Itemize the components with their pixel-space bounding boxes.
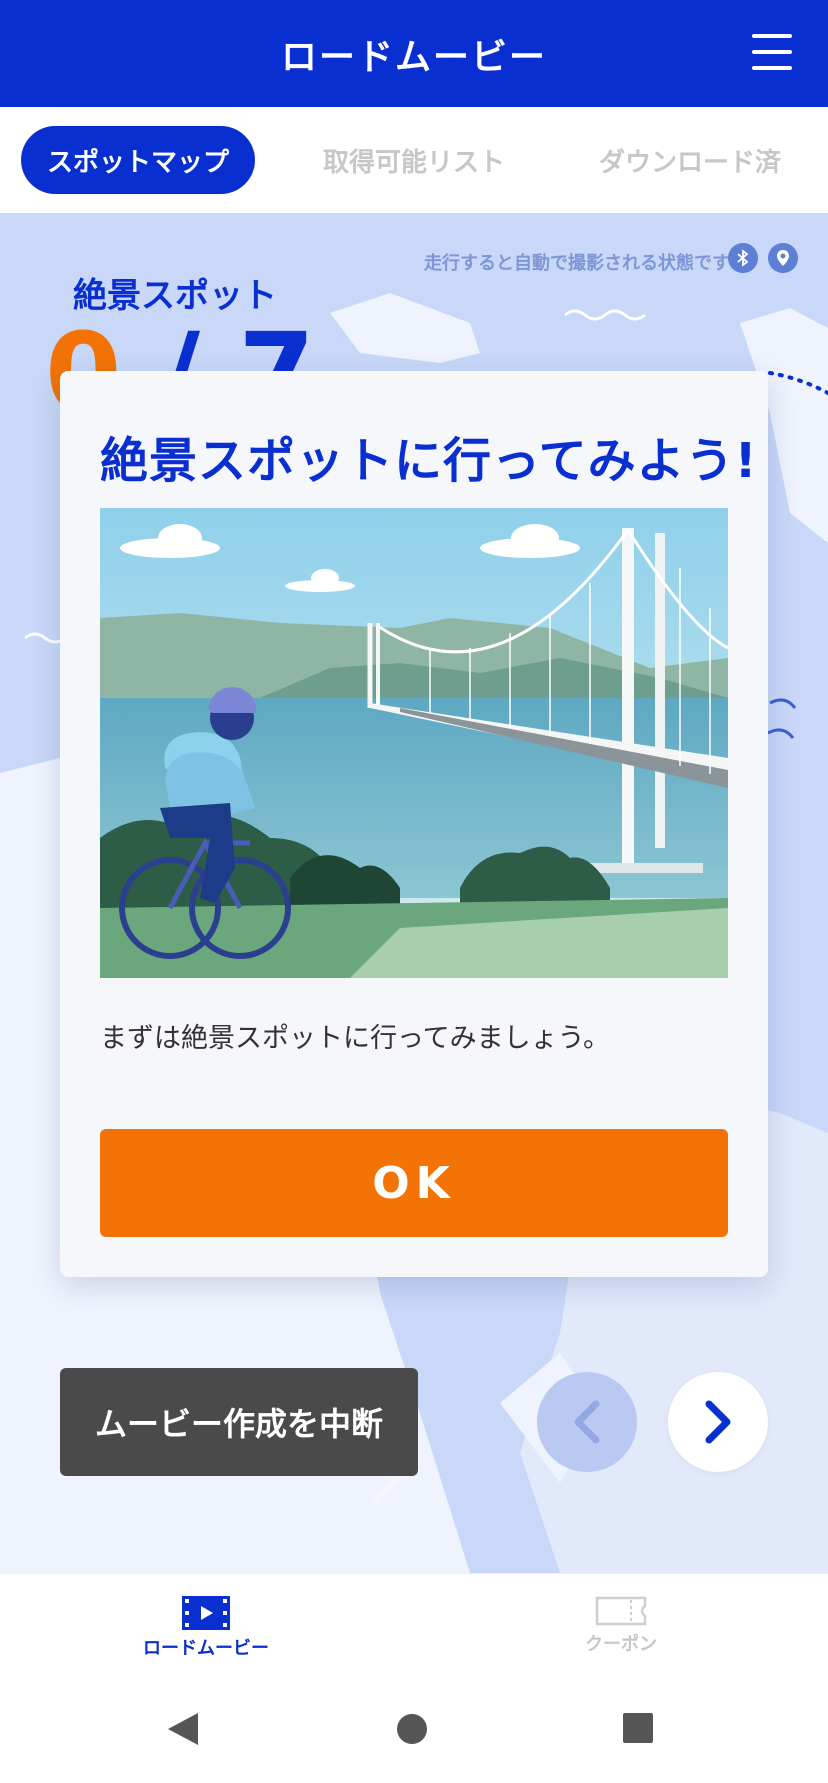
home-icon[interactable] bbox=[396, 1713, 428, 1745]
hamburger-menu-icon[interactable] bbox=[752, 32, 792, 72]
bottom-navigation: ロードムービー クーポン bbox=[0, 1573, 828, 1683]
ticket-icon bbox=[595, 1596, 647, 1626]
chevron-left-icon bbox=[574, 1400, 600, 1444]
cyclist-bridge-illustration bbox=[100, 508, 728, 978]
prev-spot-button[interactable] bbox=[537, 1372, 637, 1472]
ok-button[interactable]: OK bbox=[100, 1129, 728, 1237]
system-navigation-bar bbox=[0, 1683, 828, 1783]
chevron-right-icon bbox=[705, 1400, 731, 1444]
next-spot-button[interactable] bbox=[668, 1372, 768, 1472]
movie-icon bbox=[182, 1596, 230, 1630]
nav-coupon-label: クーポン bbox=[585, 1634, 657, 1655]
tab-downloaded[interactable]: ダウンロード済 bbox=[575, 126, 805, 194]
page-title: ロードムービー bbox=[280, 36, 547, 78]
nav-coupon[interactable]: クーポン bbox=[521, 1596, 721, 1656]
nav-road-movie-label: ロードムービー bbox=[143, 1638, 269, 1659]
location-pin-icon bbox=[768, 243, 798, 273]
recents-icon[interactable] bbox=[623, 1713, 653, 1743]
back-icon[interactable] bbox=[166, 1711, 200, 1747]
tab-available-list[interactable]: 取得可能リスト bbox=[300, 126, 528, 194]
app-header: ロードムービー bbox=[0, 0, 828, 107]
modal-message: まずは絶景スポットに行ってみましょう。 bbox=[100, 1023, 611, 1054]
bluetooth-icon bbox=[728, 243, 758, 273]
tab-bar: スポットマップ 取得可能リスト ダウンロード済 bbox=[0, 107, 828, 213]
tab-spot-map[interactable]: スポットマップ bbox=[21, 126, 255, 194]
auto-capture-status: 走行すると自動で撮影される状態です bbox=[424, 253, 730, 274]
nav-road-movie[interactable]: ロードムービー bbox=[106, 1596, 306, 1660]
modal-title: 絶景スポットに行ってみよう! bbox=[100, 433, 758, 489]
cancel-movie-button[interactable]: ムービー作成を中断 bbox=[60, 1368, 418, 1476]
guide-modal: 絶景スポットに行ってみよう! まずは絶景スポットに行ってみましょう。 OK bbox=[60, 371, 768, 1277]
